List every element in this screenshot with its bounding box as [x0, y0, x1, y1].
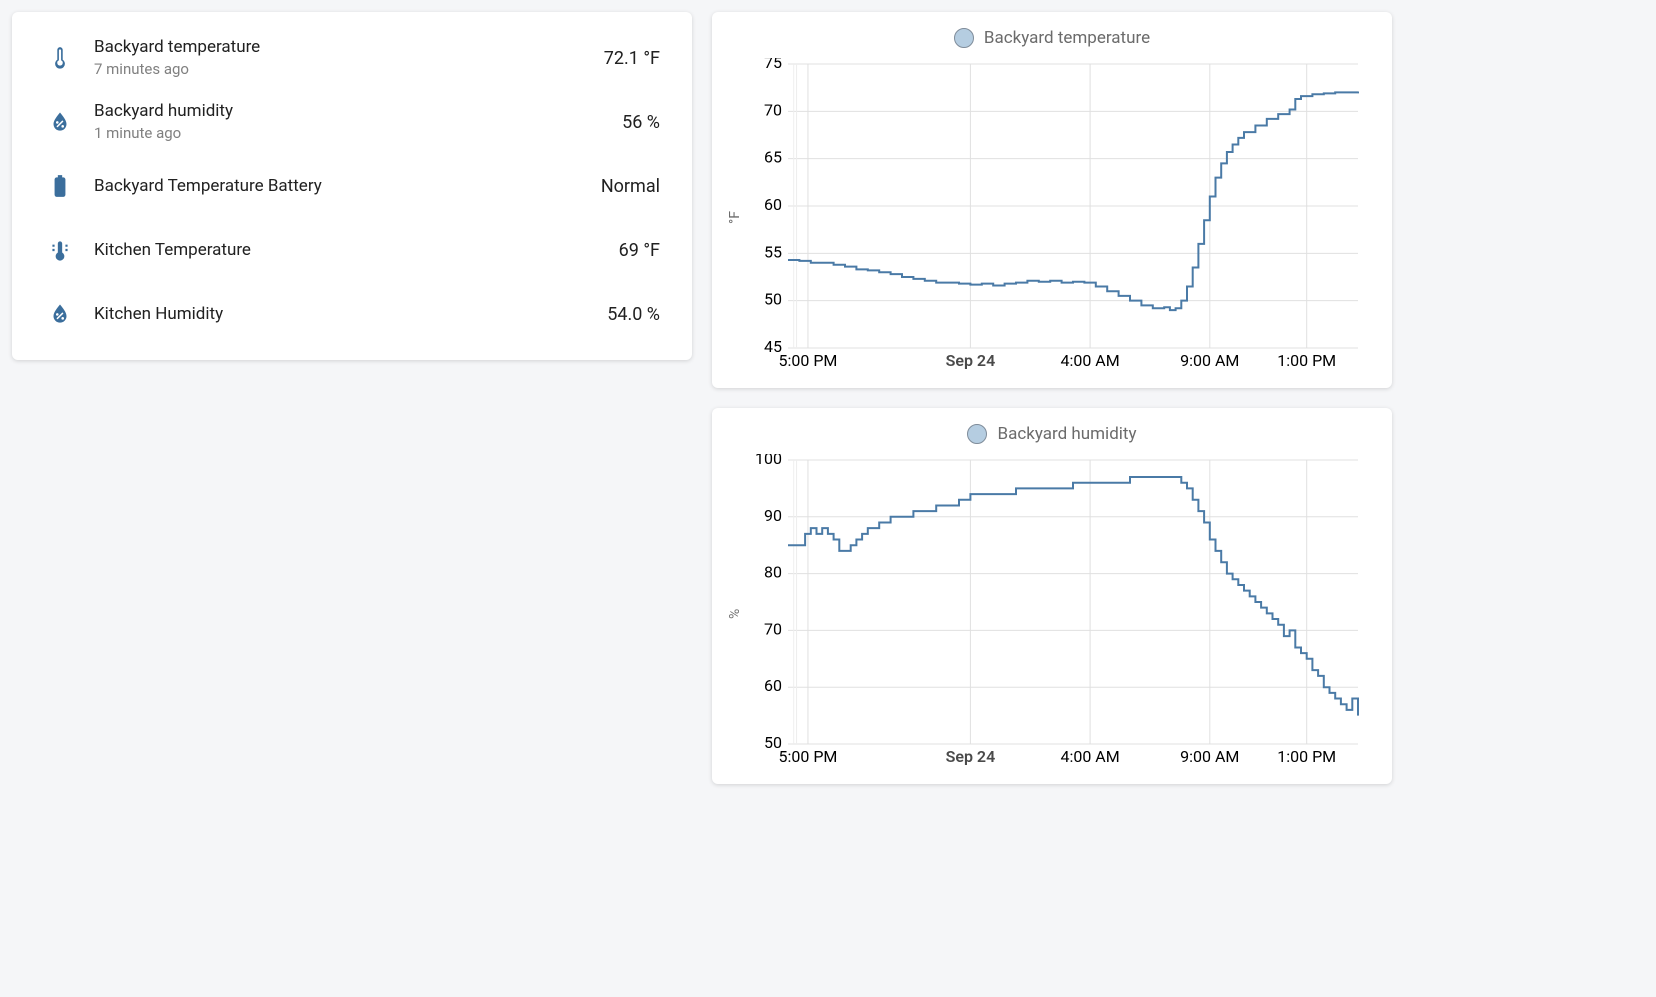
right-column: Backyard temperature °F 455055606570755:… — [712, 12, 1392, 784]
svg-text:80: 80 — [764, 563, 782, 582]
battery-icon — [38, 164, 82, 208]
legend-dot-icon — [954, 28, 974, 48]
sensor-text: Backyard temperature7 minutes ago — [82, 36, 592, 79]
svg-text:100: 100 — [755, 454, 782, 468]
svg-text:55: 55 — [764, 242, 782, 261]
sensor-name: Backyard Temperature Battery — [94, 175, 589, 198]
svg-text:4:00 AM: 4:00 AM — [1060, 351, 1119, 370]
sensor-name: Kitchen Humidity — [94, 303, 595, 326]
sensor-row[interactable]: Backyard Temperature BatteryNormal — [20, 154, 684, 218]
chart-card-temperature: Backyard temperature °F 455055606570755:… — [712, 12, 1392, 388]
svg-text:Sep 24: Sep 24 — [946, 747, 996, 766]
legend-dot-icon — [967, 424, 987, 444]
svg-text:Sep 24: Sep 24 — [946, 351, 996, 370]
svg-text:70: 70 — [764, 100, 782, 119]
sensor-value: Normal — [589, 176, 660, 197]
svg-text:60: 60 — [764, 195, 782, 214]
svg-text:75: 75 — [764, 58, 782, 72]
sensor-value: 54.0 % — [595, 304, 660, 325]
sensor-value: 69 °F — [607, 240, 660, 261]
sensor-value: 56 % — [610, 112, 660, 133]
sensor-value: 72.1 °F — [592, 48, 660, 69]
svg-text:50: 50 — [764, 290, 782, 309]
sensor-name: Backyard humidity — [94, 100, 610, 123]
chart-body: % 50607080901005:00 PMSep 244:00 AM9:00 … — [718, 454, 1386, 774]
sensor-row[interactable]: Backyard humidity1 minute ago56 % — [20, 90, 684, 154]
sensor-row[interactable]: Kitchen Temperature69 °F — [20, 218, 684, 282]
svg-text:9:00 AM: 9:00 AM — [1180, 351, 1239, 370]
left-column: Backyard temperature7 minutes ago72.1 °F… — [12, 12, 692, 784]
sensor-text: Backyard humidity1 minute ago — [82, 100, 610, 143]
svg-text:4:00 AM: 4:00 AM — [1060, 747, 1119, 766]
svg-text:1:00 PM: 1:00 PM — [1277, 351, 1336, 370]
svg-text:90: 90 — [764, 506, 782, 525]
thermometer-icon — [38, 36, 82, 80]
sensor-name: Backyard temperature — [94, 36, 592, 59]
chart-body: °F 455055606570755:00 PMSep 244:00 AM9:0… — [718, 58, 1386, 378]
svg-text:5:00 PM: 5:00 PM — [779, 351, 838, 370]
svg-text:70: 70 — [764, 619, 782, 638]
humidity-icon — [38, 100, 82, 144]
svg-text:65: 65 — [764, 148, 782, 167]
chart-svg-temperature[interactable]: 455055606570755:00 PMSep 244:00 AM9:00 A… — [746, 58, 1380, 378]
chart-ylabel: % — [724, 454, 746, 774]
svg-text:5:00 PM: 5:00 PM — [779, 747, 838, 766]
chart-svg-humidity[interactable]: 50607080901005:00 PMSep 244:00 AM9:00 AM… — [746, 454, 1380, 774]
sensor-timestamp: 7 minutes ago — [94, 59, 592, 79]
sensor-row[interactable]: Kitchen Humidity54.0 % — [20, 282, 684, 346]
sensor-text: Kitchen Humidity — [82, 303, 595, 326]
humidity-icon — [38, 292, 82, 336]
svg-text:1:00 PM: 1:00 PM — [1277, 747, 1336, 766]
sensor-text: Kitchen Temperature — [82, 239, 607, 262]
svg-text:9:00 AM: 9:00 AM — [1180, 747, 1239, 766]
sensor-text: Backyard Temperature Battery — [82, 175, 589, 198]
sensor-row[interactable]: Backyard temperature7 minutes ago72.1 °F — [20, 26, 684, 90]
sensor-name: Kitchen Temperature — [94, 239, 607, 262]
sensor-timestamp: 1 minute ago — [94, 123, 610, 143]
chart-legend[interactable]: Backyard humidity — [718, 424, 1386, 444]
thermostat-icon — [38, 228, 82, 272]
chart-legend[interactable]: Backyard temperature — [718, 28, 1386, 48]
legend-label: Backyard humidity — [997, 424, 1136, 444]
sensor-card: Backyard temperature7 minutes ago72.1 °F… — [12, 12, 692, 360]
svg-text:60: 60 — [764, 676, 782, 695]
legend-label: Backyard temperature — [984, 28, 1150, 48]
chart-ylabel: °F — [724, 58, 746, 378]
dashboard-page: Backyard temperature7 minutes ago72.1 °F… — [0, 0, 1656, 796]
chart-card-humidity: Backyard humidity % 50607080901005:00 PM… — [712, 408, 1392, 784]
